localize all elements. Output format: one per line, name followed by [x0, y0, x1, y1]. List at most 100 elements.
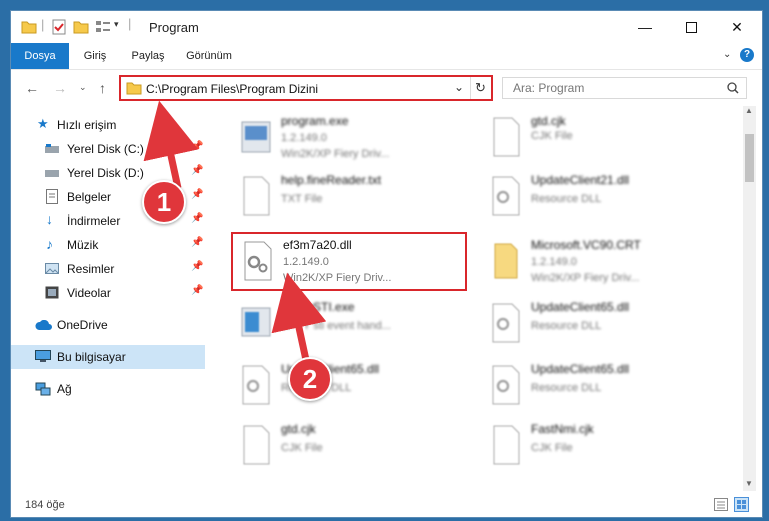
file-name: gtd.cjk	[281, 422, 316, 436]
file-name: UpdateClient65.dll	[531, 300, 630, 314]
separator: |	[128, 16, 132, 31]
ribbon: Dosya Giriş Paylaş Görünüm ⌄ ?	[11, 43, 762, 70]
tab-share[interactable]: Paylaş	[123, 43, 173, 69]
refresh-icon[interactable]: ↻	[475, 80, 486, 96]
annotation-step-2: 2	[288, 357, 332, 401]
minimize-button[interactable]: —	[622, 11, 668, 43]
details-view-icon[interactable]	[714, 498, 728, 511]
nav-item-music[interactable]: ♪ Müzik 📌	[11, 234, 205, 256]
file-version: 1.2.149.0	[281, 132, 327, 144]
help-icon[interactable]: ?	[740, 48, 754, 62]
item-count: 184 öğe	[25, 499, 65, 511]
close-button[interactable]: ✕	[714, 11, 760, 43]
address-dropdown-icon[interactable]: ⌄	[454, 80, 464, 94]
tab-view[interactable]: Görünüm	[179, 43, 239, 69]
exe-file-icon	[241, 121, 271, 153]
file-item[interactable]: help.fineReader.txt TXT File	[231, 169, 471, 223]
new-folder-icon[interactable]	[73, 19, 89, 35]
text-file-icon	[243, 176, 270, 216]
nav-item-local-disk-d[interactable]: Yerel Disk (D:) 📌	[11, 162, 205, 184]
forward-arrow-icon[interactable]: →	[53, 80, 67, 96]
explorer-window: | ▾ | Program — ✕ Dosya Giriş Paylaş Gör…	[10, 10, 763, 518]
chevron-down-icon[interactable]: ▾	[114, 19, 119, 35]
file-description: CJK File	[531, 130, 573, 142]
nav-item-network[interactable]: Ağ	[11, 378, 205, 400]
drive-icon	[45, 144, 59, 153]
nav-quick-access[interactable]: ★ Hızlı erişim	[11, 114, 205, 136]
nav-label: Ağ	[57, 382, 72, 396]
back-arrow-icon[interactable]: ←	[25, 80, 39, 96]
file-name: UpdateClient65.dll	[531, 362, 630, 376]
recent-chevron-icon[interactable]: ⌄	[79, 82, 87, 93]
file-name: program.exe	[281, 114, 349, 128]
download-arrow-icon: ↓	[46, 211, 53, 227]
file-item[interactable]: UpdateClient65.dll Resource DLL	[481, 358, 721, 412]
vertical-scrollbar[interactable]: ▲ ▼	[743, 106, 756, 491]
file-description: Win2K/XP Fiery Driv...	[281, 148, 390, 160]
document-icon	[46, 189, 58, 204]
window-title: Program	[149, 20, 199, 35]
up-arrow-icon[interactable]: ↑	[99, 80, 106, 96]
file-item[interactable]: UpdateClient65.dll Resource DLL	[481, 296, 721, 350]
file-item[interactable]: Microsoft.VC90.CRT 1.2.149.0 Win2K/XP Fi…	[481, 234, 721, 288]
nav-item-local-disk-c[interactable]: Yerel Disk (C:) 📌	[11, 138, 205, 160]
divider	[470, 77, 471, 99]
address-path: C:\Program Files\Program Dizini	[146, 82, 319, 96]
generic-file-icon	[493, 425, 520, 465]
nav-item-videos[interactable]: Videolar 📌	[11, 282, 205, 304]
maximize-button[interactable]	[668, 11, 714, 43]
tab-home[interactable]: Giriş	[73, 43, 117, 69]
search-input[interactable]: Ara: Program	[502, 77, 747, 99]
dll-gear-file-icon	[492, 176, 520, 216]
pin-icon: 📌	[191, 213, 204, 224]
large-icons-view-icon[interactable]	[734, 497, 749, 512]
address-bar[interactable]: C:\Program Files\Program Dizini ⌄ ↻	[119, 75, 493, 101]
minimize-icon: —	[638, 19, 652, 35]
file-item[interactable]: FastNmi.cjk CJK File	[481, 418, 721, 472]
drive-icon	[45, 170, 59, 177]
folder-file-icon	[494, 243, 518, 279]
search-icon	[727, 82, 739, 94]
tab-file[interactable]: Dosya	[11, 43, 69, 69]
nav-item-onedrive[interactable]: OneDrive	[11, 314, 205, 336]
nav-item-this-pc[interactable]: Bu bilgisayar	[11, 345, 205, 369]
scroll-thumb[interactable]	[745, 134, 754, 182]
file-item[interactable]: UpdateClient21.dll Resource DLL	[481, 169, 721, 223]
file-description: Resource DLL	[531, 382, 602, 394]
generic-file-icon	[493, 117, 520, 157]
scroll-up-icon[interactable]: ▲	[745, 106, 753, 115]
file-item[interactable]: program.exe 1.2.149.0 Win2K/XP Fiery Dri…	[231, 110, 471, 164]
nav-label: Belgeler	[67, 190, 112, 204]
nav-label: OneDrive	[57, 318, 108, 332]
dll-gear-file-icon	[492, 365, 520, 405]
folder-icon	[21, 21, 37, 34]
file-description: BABY sti event hand...	[281, 320, 391, 332]
nav-label: Hızlı erişim	[57, 118, 117, 132]
file-version: 1.2.149.0	[531, 256, 577, 268]
file-item[interactable]: babyySTI.exe BABY sti event hand...	[231, 296, 471, 350]
pin-icon: 📌	[191, 261, 204, 272]
properties-icon[interactable]	[51, 19, 67, 35]
view-options-icon[interactable]	[95, 19, 111, 35]
file-description: Resource DLL	[531, 320, 602, 332]
file-description: TXT File	[281, 193, 323, 205]
file-name: babyySTI.exe	[281, 300, 355, 314]
file-item[interactable]: UpdateClient65.dll Resource DLL	[231, 358, 471, 412]
file-list: program.exe 1.2.149.0 Win2K/XP Fiery Dri…	[219, 106, 743, 491]
pin-icon: 📌	[191, 141, 204, 152]
file-name: Microsoft.VC90.CRT	[531, 238, 641, 252]
dll-gear-file-icon	[242, 365, 270, 405]
expand-ribbon-icon[interactable]: ⌄	[723, 49, 731, 60]
nav-label: Müzik	[67, 238, 99, 252]
navigation-pane: ★ Hızlı erişim Yerel Disk (C:) 📌 Yerel D…	[11, 106, 207, 491]
scroll-down-icon[interactable]: ▼	[745, 479, 753, 488]
nav-label: Yerel Disk (C:)	[67, 142, 144, 156]
nav-item-pictures[interactable]: Resimler 📌	[11, 258, 205, 280]
title-bar: | ▾ | Program — ✕	[11, 11, 762, 43]
star-icon: ★	[37, 116, 49, 131]
music-note-icon: ♪	[46, 236, 53, 252]
file-item[interactable]: gtd.cjk CJK File	[481, 110, 721, 164]
file-item[interactable]: gtd.cjk CJK File	[231, 418, 471, 472]
separator: |	[41, 17, 45, 32]
generic-file-icon	[243, 425, 270, 465]
